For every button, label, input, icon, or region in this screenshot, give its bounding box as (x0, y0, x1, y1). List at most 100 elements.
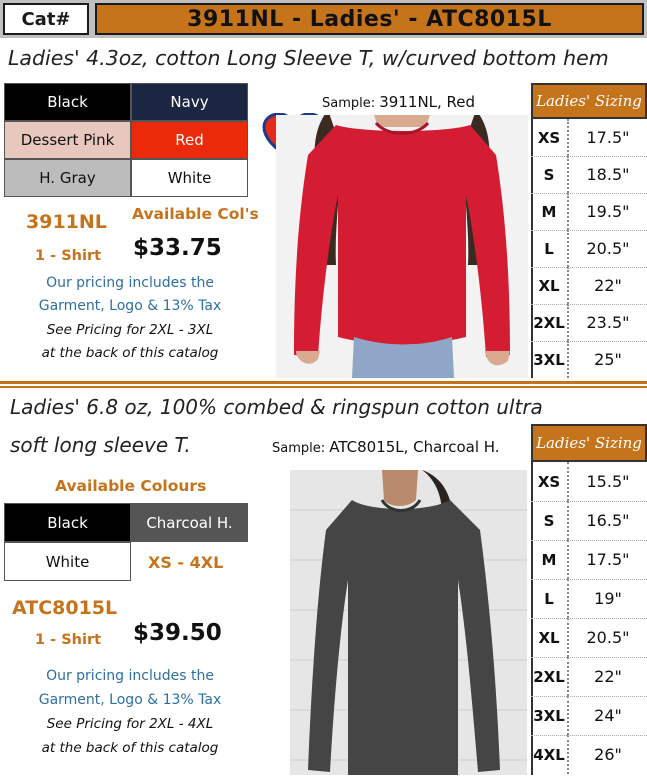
size-measurement: 19.5" (586, 202, 630, 221)
item2-code: ATC8015L (12, 597, 118, 619)
item1-description: Ladies' 4.3oz, cotton Long Sleeve T, w/c… (8, 46, 609, 70)
size-row-4xl: 4XL 26" (531, 735, 647, 774)
size-measurement: 20.5" (586, 239, 630, 258)
size-row-divider (531, 230, 647, 231)
swatch-white-2: White (4, 542, 131, 581)
size-label: S (531, 156, 569, 193)
size-row-s: S 16.5" (531, 501, 647, 540)
section-divider-bottom (0, 386, 647, 388)
item1-pricing-line2: Garment, Logo & 13% Tax (38, 298, 222, 314)
item2-pricing-line2: Garment, Logo & 13% Tax (38, 692, 222, 708)
size-label: 3XL (531, 341, 569, 378)
size-measurement: 19" (594, 589, 622, 608)
swatch-black: Black (4, 83, 131, 121)
size-label: 2XL (531, 657, 569, 696)
size-row-m: M 17.5" (531, 540, 647, 579)
size-row-divider (531, 579, 647, 580)
size-row-l: L 19" (531, 579, 647, 618)
item2-pricing-line1: Our pricing includes the (46, 668, 214, 684)
size-row-xl: XL 20.5" (531, 618, 647, 657)
size-label: M (531, 540, 569, 579)
size-label: L (531, 230, 569, 267)
item1-pricing-line1: Our pricing includes the (46, 275, 214, 291)
swatch-black-2: Black (4, 503, 131, 542)
item2-size-range: XS - 4XL (148, 553, 224, 572)
item1-price: $33.75 (133, 235, 222, 261)
catalog-title: 3911NL - Ladies' - ATC8015L (95, 3, 644, 35)
size-measurement: 23.5" (586, 313, 630, 332)
item1-sample-label: Sample: (322, 96, 376, 111)
size-row-divider (531, 501, 647, 502)
size-label: 2XL (531, 304, 569, 341)
item1-see-pricing: See Pricing for 2XL - 3XL (46, 322, 214, 338)
item2-available-label: Available Colours (55, 477, 207, 495)
size-measurement: 22" (594, 276, 622, 295)
item2-description-line1: Ladies' 6.8 oz, 100% combed & ringspun c… (10, 395, 543, 419)
size-row-xl: XL 22" (531, 267, 647, 304)
item2-sizing-header: Ladies' Sizing (531, 424, 647, 462)
swatch-charcoal: Charcoal H. (131, 503, 248, 542)
item1-back-of-catalog: at the back of this catalog (41, 345, 219, 361)
size-row-m: M 19.5" (531, 193, 647, 230)
item2-product-photo (290, 470, 527, 775)
size-label: 3XL (531, 696, 569, 735)
swatch-dessert-pink: Dessert Pink (4, 121, 131, 159)
section-divider-top (0, 381, 647, 384)
size-label: S (531, 501, 569, 540)
size-measurement: 24" (594, 706, 622, 725)
size-measurement: 26" (594, 745, 622, 764)
size-row-divider (531, 341, 647, 342)
size-label: XS (531, 119, 569, 156)
size-row-3xl: 3XL 24" (531, 696, 647, 735)
item2-sample-label: Sample: (272, 441, 326, 456)
size-row-l: L 20.5" (531, 230, 647, 267)
size-measurement: 25" (594, 350, 622, 369)
item2-qty: 1 - Shirt (35, 632, 102, 648)
size-row-divider (531, 735, 647, 736)
swatch-white: White (131, 159, 248, 197)
size-measurement: 16.5" (586, 511, 630, 530)
size-measurement: 17.5" (586, 550, 630, 569)
item2-see-pricing: See Pricing for 2XL - 4XL (46, 716, 214, 732)
size-row-divider (531, 657, 647, 658)
size-label: L (531, 579, 569, 618)
size-label: XL (531, 267, 569, 304)
item1-sizing-header: Ladies' Sizing (531, 83, 647, 119)
swatch-red: Red (131, 121, 248, 159)
size-label: XS (531, 462, 569, 501)
item1-qty: 1 - Shirt (35, 248, 102, 264)
size-row-3xl: 3XL 25" (531, 341, 647, 378)
item1-sample: Sample: 3911NL, Red (322, 93, 532, 111)
size-row-divider (531, 267, 647, 268)
size-measurement: 15.5" (586, 472, 630, 491)
item2-back-of-catalog: at the back of this catalog (41, 740, 219, 756)
item2-sample-value: ATC8015L, Charcoal H. (329, 438, 500, 456)
size-measurement: 17.5" (586, 128, 630, 147)
size-row-xs: XS 15.5" (531, 462, 647, 501)
size-measurement: 20.5" (586, 628, 630, 647)
cat-label: Cat# (3, 3, 89, 35)
size-row-divider (531, 193, 647, 194)
size-row-divider (531, 304, 647, 305)
item1-product-photo (276, 115, 528, 378)
size-row-s: S 18.5" (531, 156, 647, 193)
size-row-divider (531, 696, 647, 697)
size-row-divider (531, 618, 647, 619)
size-row-xs: XS 17.5" (531, 119, 647, 156)
size-row-divider (531, 156, 647, 157)
size-row-divider (531, 540, 647, 541)
red-shirt-image (276, 115, 528, 378)
swatch-navy: Navy (131, 83, 248, 121)
size-measurement: 22" (594, 667, 622, 686)
size-measurement: 18.5" (586, 165, 630, 184)
swatch-h-gray: H. Gray (4, 159, 131, 197)
item1-sample-value: 3911NL, Red (379, 93, 476, 111)
size-label: M (531, 193, 569, 230)
item2-price: $39.50 (133, 620, 222, 646)
item2-sample: Sample: ATC8015L, Charcoal H. (272, 438, 532, 456)
item2-description-line2: soft long sleeve T. (10, 433, 191, 457)
size-label: XL (531, 618, 569, 657)
size-row-2xl: 2XL 22" (531, 657, 647, 696)
size-label: 4XL (531, 735, 569, 774)
item1-code: 3911NL (26, 211, 107, 233)
